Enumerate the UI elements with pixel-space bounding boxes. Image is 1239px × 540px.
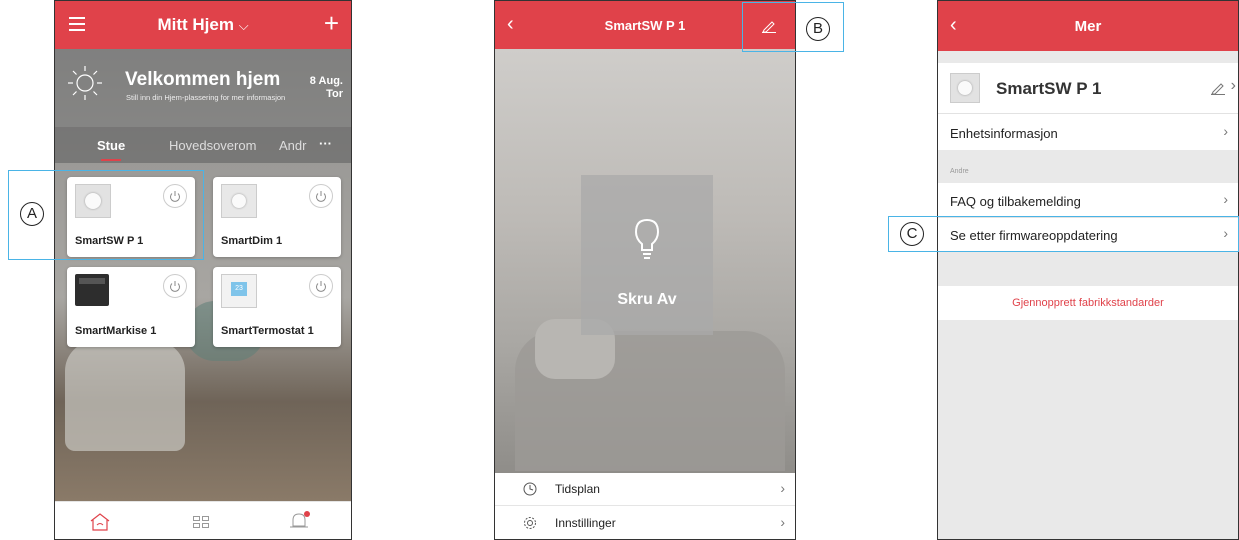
edit-icon[interactable] [1210,81,1226,95]
markise-thumbnail [75,274,109,306]
switch-state-label: Skru Av [617,291,677,308]
clock-icon [523,482,537,496]
add-icon[interactable]: + [324,9,339,37]
chevron-right-icon: › [1223,191,1228,207]
chevron-right-icon: › [780,480,785,496]
callout-marker-b: B [806,17,830,41]
app-header: ‹ Mer [938,1,1238,51]
lightbulb-icon [634,218,660,259]
tab-hovedsoverom[interactable]: Hovedsoverom [169,138,256,153]
device-name: SmartDim 1 [221,235,283,247]
callout-marker-a: A [20,202,44,226]
callout-box-c [888,216,1239,252]
device-name: SmartTermostat 1 [221,325,314,337]
tab-stue[interactable]: Stue [97,138,125,153]
welcome-subtitle[interactable]: Still inn din Hjem-plassering for mer in… [126,93,286,102]
row-label: Enhetsinformasjon [950,126,1058,141]
thermostat-display: 23 [231,282,247,296]
home-title: Mitt Hjem [157,15,234,34]
more-tabs-icon[interactable]: ··· [319,136,332,151]
device-card-smartdim[interactable]: SmartDim 1 [213,177,341,257]
welcome-heading: Velkommen hjem [125,69,281,90]
switch-toggle-tile[interactable]: Skru Av [581,175,713,335]
dimmer-thumbnail [221,184,257,218]
menu-label: Tidsplan [555,482,600,496]
device-name: SmartSW P 1 [996,79,1102,98]
page-title: Mer [1074,18,1102,35]
day-label: Tor [326,88,343,100]
menu-label: Innstillinger [555,516,616,530]
menu-item-tidsplan[interactable]: Tidsplan › [495,473,795,506]
tab-active-indicator [101,159,121,161]
tab-andr[interactable]: Andr [279,138,306,153]
callout-marker-c: C [900,222,924,246]
chevron-down-icon: ⌵ [238,18,249,33]
device-thumbnail [950,73,980,103]
chevron-right-icon: › [780,514,785,530]
app-header: Mitt Hjem ⌵ + [55,1,351,49]
device-screen: ‹ SmartSW P 1 Skru Av Tidsplan › Innstil… [494,0,796,540]
device-card-smarttermostat[interactable]: 23 SmartTermostat 1 [213,267,341,347]
device-card-smartmarkise[interactable]: SmartMarkise 1 [67,267,195,347]
home-icon[interactable] [89,512,111,532]
power-icon[interactable] [309,184,333,208]
home-selector[interactable]: Mitt Hjem ⌵ [55,15,351,35]
home-screen: Mitt Hjem ⌵ + Velkommen hjem Still inn d… [54,0,352,540]
bell-icon[interactable] [287,510,311,532]
device-header-row[interactable]: SmartSW P 1 › [938,63,1238,114]
chevron-right-icon: › [1223,123,1228,139]
section-label: Andre [950,168,969,175]
room-tabs: Stue Hovedsoverom Andr ··· [55,127,351,163]
thermostat-thumbnail: 23 [221,274,257,308]
device-name: SmartMarkise 1 [75,325,157,337]
row-label: FAQ og tilbakemelding [950,194,1081,209]
faq-row[interactable]: FAQ og tilbakemelding › [938,183,1238,218]
factory-reset-label: Gjennopprett fabrikkstandarder [1012,297,1164,309]
gear-icon [524,517,536,529]
chevron-right-icon: › [1230,77,1236,94]
factory-reset-button[interactable]: Gjennopprett fabrikkstandarder [938,286,1238,320]
welcome-panel: Velkommen hjem Still inn din Hjem-plasse… [55,49,351,127]
menu-item-innstillinger[interactable]: Innstillinger › [495,506,795,539]
device-info-row[interactable]: Enhetsinformasjon › [938,114,1238,150]
date-label: 8 Aug. [309,75,343,87]
more-screen: ‹ Mer SmartSW P 1 › Enhetsinformasjon › … [937,0,1239,540]
chair-shape [65,341,185,451]
sun-icon [68,66,102,100]
bottom-nav [55,501,351,539]
power-icon[interactable] [309,274,333,298]
grid-icon[interactable] [193,516,209,528]
power-icon[interactable] [163,274,187,298]
